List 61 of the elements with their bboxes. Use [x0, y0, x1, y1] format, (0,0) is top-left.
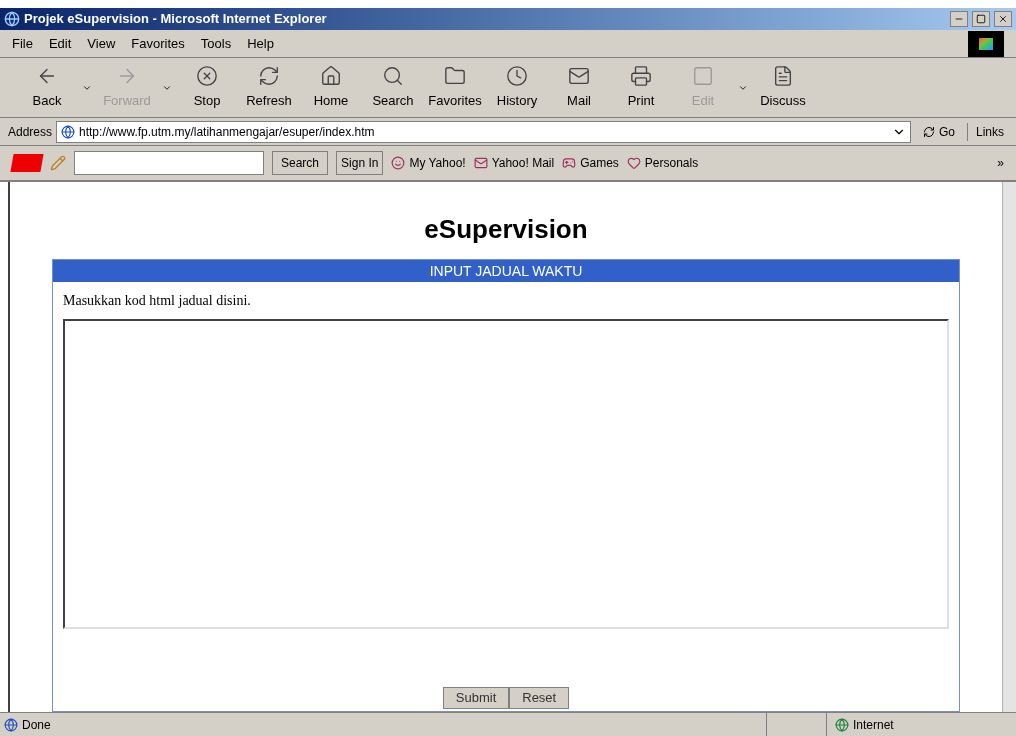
smiley-icon [391, 156, 406, 170]
toolbar-button[interactable]: Print [610, 64, 672, 111]
panel-header: INPUT JADUAL WAKTU [53, 260, 959, 282]
stop-icon [196, 64, 218, 87]
refresh-icon [258, 64, 280, 87]
form-button[interactable]: Submit [442, 687, 510, 709]
globe-icon [835, 717, 849, 732]
more-chevron[interactable]: » [997, 154, 1004, 172]
minimize-button[interactable] [950, 11, 968, 27]
page-icon [4, 717, 18, 732]
maximize-button[interactable] [972, 11, 990, 27]
toolbar-link[interactable]: My Yahoo! [391, 154, 466, 172]
browser-icon [4, 11, 20, 27]
sign-in-button[interactable]: Sign In [336, 151, 384, 175]
toolbar-button[interactable]: Home [300, 64, 362, 111]
page-icon [61, 124, 76, 139]
heart-icon [626, 156, 641, 170]
links-label[interactable]: Links [967, 122, 1008, 141]
search-input[interactable] [74, 151, 264, 175]
toolbar-link[interactable]: Yahoo! Mail [473, 154, 555, 172]
printer-icon [630, 64, 652, 87]
folder-icon [444, 64, 466, 87]
menu-item[interactable]: Favorites [131, 33, 185, 54]
toolbar-button[interactable]: Refresh [238, 64, 300, 111]
menu-item[interactable]: Tools [200, 33, 232, 54]
toolbar-button[interactable]: Discuss [752, 64, 814, 111]
menu-item[interactable]: File [12, 33, 33, 54]
toolbar-button[interactable]: Back [16, 64, 78, 111]
menu-item[interactable]: View [87, 33, 116, 54]
instruction-text: Masukkan kod html jadual disini. [62, 292, 252, 310]
go-button[interactable]: Go [914, 122, 963, 141]
maximize-icon [976, 14, 986, 24]
form-button[interactable]: Reset [509, 687, 570, 709]
toolbar-button[interactable]: History [486, 64, 548, 111]
house-icon [320, 64, 342, 87]
status-text: Done [22, 716, 52, 734]
address-field[interactable]: http://www.fp.utm.my/latihanmengajar/esuper/index.htm [56, 120, 911, 143]
toolbar-button[interactable]: Stop [176, 64, 238, 111]
page-heading: eSupervision [424, 213, 588, 246]
windows-logo-icon [968, 30, 1004, 57]
envelope-icon [473, 156, 488, 170]
search-button[interactable]: Search [272, 151, 329, 175]
address-label: Address [8, 123, 53, 141]
clock-icon [506, 64, 528, 87]
document-icon [772, 64, 794, 87]
gamepad-icon [562, 156, 577, 170]
window-title: Projek eSupervision - Microsoft Internet Explorer [24, 10, 327, 29]
toolbar-button[interactable]: Favorites [424, 64, 486, 111]
toolbar-link[interactable]: Games [562, 154, 619, 172]
search-icon [382, 64, 404, 87]
go-arrow-icon [922, 125, 935, 138]
toolbar-link[interactable]: Personals [626, 154, 699, 172]
menu-item[interactable]: Help [247, 33, 274, 54]
close-button[interactable] [994, 11, 1012, 27]
close-icon [998, 14, 1008, 24]
menu-item[interactable]: Edit [48, 33, 72, 54]
toolbar-button[interactable]: Mail [548, 64, 610, 111]
toolbar-button[interactable]: Search [362, 64, 424, 111]
scrollbar[interactable] [1002, 182, 1016, 712]
square-icon [692, 64, 714, 87]
zone-label: Internet [853, 716, 894, 734]
